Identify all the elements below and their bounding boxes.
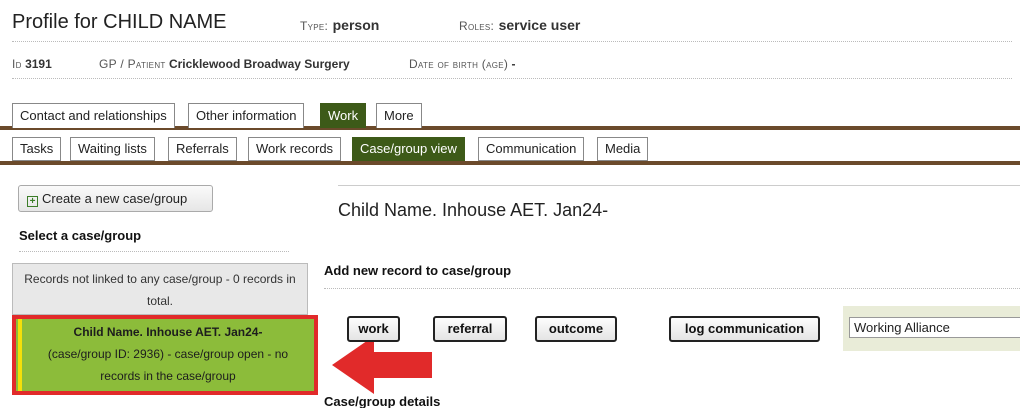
create-case-group-button[interactable]: + Create a new case/group	[18, 185, 213, 212]
unlinked-records-text: Records not linked to any case/group - 0…	[24, 272, 296, 308]
id-field: Id 3191	[12, 57, 52, 71]
gp-field: GP / Patient Cricklewood Broadway Surger…	[99, 57, 350, 71]
id-label: Id	[12, 57, 22, 71]
subtab-case-group-view[interactable]: Case/group view	[352, 137, 465, 161]
create-button-label: Create a new case/group	[42, 191, 188, 206]
subtab-work-records[interactable]: Work records	[248, 137, 342, 161]
tab-more[interactable]: More	[376, 103, 422, 128]
log-communication-button[interactable]: log communication	[669, 316, 820, 342]
type-value: person	[332, 17, 380, 33]
type-field: Type: person	[300, 17, 379, 35]
profile-info: Id 3191 GP / Patient Cricklewood Broadwa…	[12, 57, 1012, 79]
select-case-group-heading: Select a case/group	[19, 228, 289, 252]
roles-field: Roles: service user	[459, 17, 580, 35]
record-type-panel: Working Alliance	[843, 306, 1020, 351]
page-title: Profile for CHILD NAME	[12, 11, 227, 33]
gp-label: GP / Patient	[99, 57, 166, 71]
red-arrow-icon	[332, 336, 432, 394]
tab-contact-relationships[interactable]: Contact and relationships	[12, 103, 175, 128]
dob-field: Date of birth (age) -	[409, 57, 516, 71]
case-group-detail: (case/group ID: 2936) - case/group open …	[47, 347, 289, 383]
roles-label: Roles:	[459, 19, 495, 33]
referral-button[interactable]: referral	[433, 316, 507, 342]
subtab-tasks[interactable]: Tasks	[12, 137, 62, 161]
plus-icon: +	[27, 196, 38, 207]
subtab-media[interactable]: Media	[597, 137, 649, 161]
subtab-communication[interactable]: Communication	[478, 137, 585, 161]
profile-header: Profile for CHILD NAME Type: person Role…	[12, 10, 1012, 42]
add-record-heading: Add new record to case/group	[324, 263, 1020, 289]
selected-case-group-item[interactable]: Child Name. Inhouse AET. Jan24- (case/gr…	[12, 315, 318, 395]
record-type-select[interactable]: Working Alliance	[849, 317, 1020, 338]
type-label: Type:	[300, 19, 329, 33]
sub-tabs: Tasks Waiting lists Referrals Work recor…	[0, 135, 1020, 165]
tab-work[interactable]: Work	[320, 103, 367, 128]
id-value: 3191	[25, 57, 52, 71]
subtab-referrals[interactable]: Referrals	[168, 137, 237, 161]
case-group-details-heading: Case/group details	[324, 394, 441, 408]
gp-value: Cricklewood Broadway Surgery	[168, 57, 350, 71]
outcome-button[interactable]: outcome	[535, 316, 617, 342]
unlinked-records-item[interactable]: Records not linked to any case/group - 0…	[12, 263, 308, 315]
roles-value: service user	[498, 17, 581, 33]
main-tabs: Contact and relationships Other informat…	[0, 103, 1020, 130]
tab-other-information[interactable]: Other information	[188, 103, 305, 128]
case-group-heading: Child Name. Inhouse AET. Jan24-	[338, 185, 1020, 227]
subtab-waiting-lists[interactable]: Waiting lists	[70, 137, 155, 161]
dob-value: -	[511, 57, 516, 71]
case-group-title: Child Name. Inhouse AET. Jan24-	[73, 325, 263, 339]
dob-label: Date of birth (age)	[409, 57, 509, 71]
work-button[interactable]: work	[347, 316, 400, 342]
